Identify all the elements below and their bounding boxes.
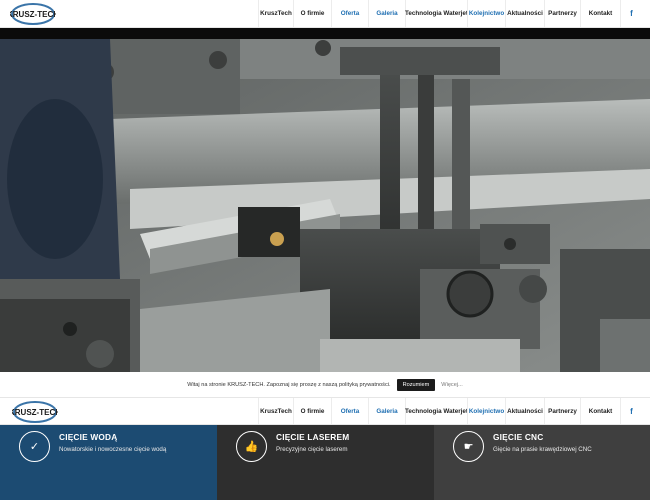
top-navbar: KRUSZ-TECH KruszTech O firmie Oferta Gal… [0, 0, 650, 28]
feature-title: CIĘCIE WODĄ [59, 432, 118, 442]
nav-item-o-firmie[interactable]: O firmie [293, 0, 331, 27]
sticky-nav-item-technologia-waterjet[interactable]: Technologia Waterjet [405, 398, 468, 424]
logo-text: KRUSZ-TECH [10, 10, 56, 19]
feature-desc: Gięcie na prasie krawędziowej CNC [493, 446, 592, 453]
feature-title: GIĘCIE CNC [493, 432, 544, 442]
nav-item-galeria[interactable]: Galeria [368, 0, 405, 27]
feature-boxes: ✓ CIĘCIE WODĄ Nowatorskie i nowoczesne c… [0, 425, 650, 500]
main-nav: KruszTech O firmie Oferta Galeria Techno… [258, 0, 620, 27]
sticky-nav-item-partnerzy[interactable]: Partnerzy [544, 398, 580, 424]
nav-item-krusztech[interactable]: KruszTech [258, 0, 293, 27]
sticky-nav-item-krusztech[interactable]: KruszTech [258, 398, 293, 424]
sticky-nav-item-kolejnictwo[interactable]: Kolejnictwo [467, 398, 505, 424]
feature-water-cutting[interactable]: ✓ CIĘCIE WODĄ Nowatorskie i nowoczesne c… [0, 425, 217, 500]
sticky-nav-item-kontakt[interactable]: Kontakt [580, 398, 620, 424]
feature-desc: Precyzyjne cięcie laserem [276, 446, 348, 453]
cookie-banner: Witaj na stronie KRUSZ-TECH. Zapoznaj si… [0, 372, 650, 397]
nav-item-oferta[interactable]: Oferta [331, 0, 368, 27]
nav-item-kolejnictwo[interactable]: Kolejnictwo [467, 0, 505, 27]
facebook-icon[interactable]: f [620, 0, 642, 27]
nav-item-kontakt[interactable]: Kontakt [580, 0, 620, 27]
hero-image [0, 39, 650, 372]
nav-item-partnerzy[interactable]: Partnerzy [544, 0, 580, 27]
nav-item-technologia-waterjet[interactable]: Technologia Waterjet [405, 0, 468, 27]
sticky-nav: KruszTech O firmie Oferta Galeria Techno… [258, 398, 620, 424]
cookie-accept-button[interactable]: Rozumiem [396, 378, 436, 391]
feature-laser-cutting[interactable]: 👍 CIĘCIE LASEREM Precyzyjne cięcie laser… [217, 425, 434, 500]
feature-cnc-bending[interactable]: ☛ GIĘCIE CNC Gięcie na prasie krawędziow… [434, 425, 650, 500]
feature-desc: Nowatorskie i nowoczesne cięcie wodą [59, 446, 167, 453]
facebook-icon[interactable]: f [620, 398, 642, 424]
hero-top-strip [0, 28, 650, 39]
logo-text-sticky: KRUSZ-TECH [12, 408, 58, 417]
thumbs-up-icon: 👍 [236, 431, 267, 462]
press-brake-photo [0, 39, 650, 372]
site-logo[interactable]: KRUSZ-TECH [10, 2, 56, 26]
checkmark-icon: ✓ [19, 431, 50, 462]
sticky-nav-item-o-firmie[interactable]: O firmie [293, 398, 331, 424]
site-logo-sticky[interactable]: KRUSZ-TECH [12, 400, 58, 424]
hand-pointing-icon: ☛ [453, 431, 484, 462]
sticky-nav-item-oferta[interactable]: Oferta [331, 398, 368, 424]
sticky-nav-item-aktualnosci[interactable]: Aktualności [505, 398, 544, 424]
feature-title: CIĘCIE LASEREM [276, 432, 350, 442]
nav-item-aktualnosci[interactable]: Aktualności [505, 0, 544, 27]
cookie-more-link[interactable]: Więcej... [441, 382, 462, 388]
sticky-nav-item-galeria[interactable]: Galeria [368, 398, 405, 424]
sticky-navbar: KRUSZ-TECH KruszTech O firmie Oferta Gal… [0, 397, 650, 425]
cookie-message: Witaj na stronie KRUSZ-TECH. Zapoznaj si… [187, 381, 391, 388]
